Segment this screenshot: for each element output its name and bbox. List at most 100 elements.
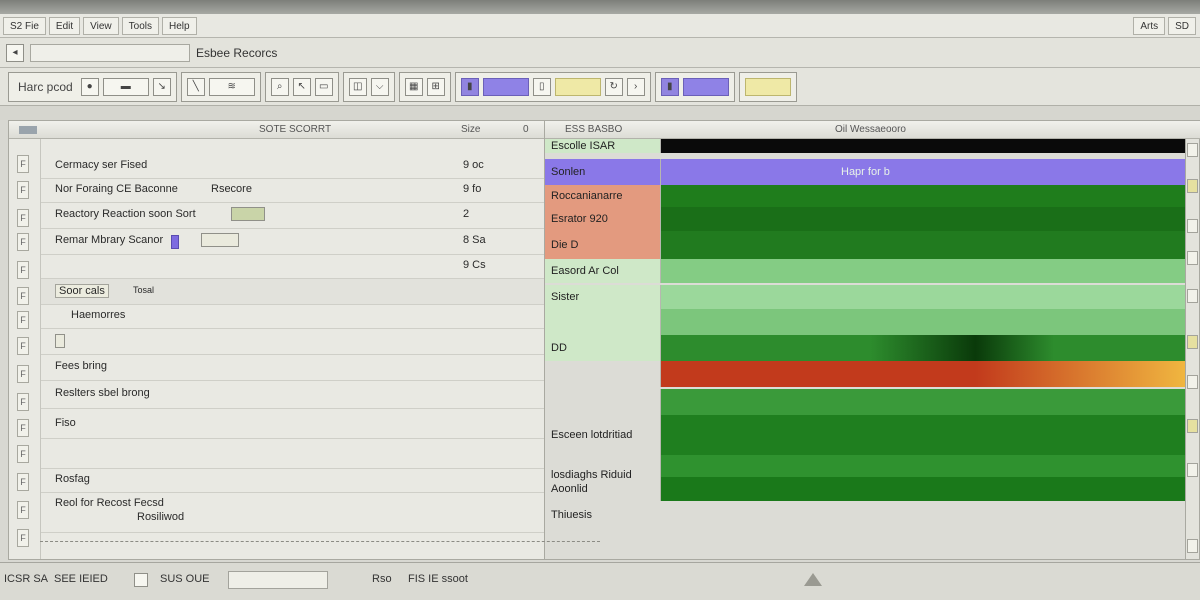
track-icon[interactable]: F	[17, 365, 29, 383]
track-band[interactable]	[661, 309, 1185, 335]
effects-icon[interactable]: ▮	[660, 77, 679, 96]
track-icon[interactable]: F	[17, 181, 29, 199]
track-label[interactable]: Die D	[545, 231, 661, 259]
file-row[interactable]: Haemorres	[41, 305, 544, 329]
menu-tools[interactable]: Tools	[121, 16, 159, 35]
cursor-icon[interactable]: ↘	[152, 77, 171, 96]
track-label[interactable]	[545, 389, 661, 415]
scroll-marker[interactable]	[1187, 289, 1198, 303]
caret-up-icon[interactable]	[804, 573, 822, 586]
track-label[interactable]: Aoonlid	[545, 477, 661, 501]
track-band[interactable]: Hapr for b	[661, 159, 1185, 185]
track-label[interactable]: Escolle ISAR	[545, 139, 661, 153]
file-row[interactable]: Reactory Reaction soon Sort 2	[41, 203, 544, 229]
zoom-icon[interactable]: ⌕	[270, 77, 289, 96]
waveform-icon[interactable]: ≋	[208, 77, 255, 96]
arts-button[interactable]: Arts	[1133, 17, 1166, 35]
track-label[interactable]: DD	[545, 335, 661, 361]
track-icon[interactable]: F	[17, 233, 29, 251]
timeline-icon[interactable]: ▬	[102, 77, 149, 96]
file-row[interactable]	[41, 439, 544, 469]
marker-icon[interactable]	[554, 77, 601, 96]
track-band[interactable]	[661, 285, 1185, 309]
vertical-scrollbar[interactable]	[1185, 139, 1199, 559]
header-info[interactable]: 0	[523, 124, 529, 135]
track-icon[interactable]: F	[17, 445, 29, 463]
mixer-icon[interactable]: ▯	[532, 77, 551, 96]
scroll-marker[interactable]	[1187, 335, 1198, 349]
plugin-icon[interactable]	[682, 77, 729, 96]
track-icon[interactable]: F	[17, 529, 29, 547]
selection-icon[interactable]: ▭	[314, 77, 333, 96]
track-band[interactable]	[661, 259, 1185, 283]
arrow-icon[interactable]: ↖	[292, 77, 311, 96]
track-label[interactable]: Esrator 920	[545, 207, 661, 231]
loop-icon[interactable]: ↻	[604, 77, 623, 96]
file-row[interactable]: Nor Foraing CE Baconne Rsecore 9 fo	[41, 179, 544, 203]
file-row[interactable]: Fiso	[41, 409, 544, 439]
track-label[interactable]: Sonlen	[545, 159, 661, 185]
header-name[interactable]: SOTE SCORRT	[259, 124, 331, 135]
scroll-marker[interactable]	[1187, 251, 1198, 265]
timeline-track-header[interactable]: Oil Wessaeooro	[835, 124, 906, 135]
status-field[interactable]	[228, 571, 328, 589]
track-label[interactable]: Esceen lotdritiad losdiaghs Riduid Thiue…	[545, 415, 661, 521]
menu-file[interactable]: S2 Fie	[3, 16, 46, 35]
monitor-icon[interactable]: ▮	[460, 77, 479, 96]
track-band[interactable]	[661, 455, 1185, 477]
play-arrow-icon[interactable]: ›	[626, 77, 645, 96]
track-label[interactable]: Roccanianarre	[545, 185, 661, 207]
track-icon[interactable]: F	[17, 261, 29, 279]
track-label[interactable]	[545, 361, 661, 387]
track-icon[interactable]: F	[17, 393, 29, 411]
scroll-marker[interactable]	[1187, 219, 1198, 233]
track-band[interactable]	[661, 139, 1185, 153]
level-meter-icon[interactable]	[482, 77, 529, 96]
track-band[interactable]	[661, 477, 1185, 501]
track-label[interactable]: Easord Ar Col	[545, 259, 661, 283]
file-row[interactable]: Soor cals Tosal	[41, 279, 544, 305]
scroll-up-icon[interactable]	[1187, 143, 1198, 157]
track-band[interactable]	[661, 335, 1185, 361]
file-row[interactable]: Fees bring	[41, 355, 544, 381]
file-row[interactable]: Reol for Recost Fecsd Rosiliwod	[41, 493, 544, 533]
track-label[interactable]	[545, 309, 661, 335]
record-icon[interactable]: ●	[80, 77, 99, 96]
address-field[interactable]	[30, 43, 190, 62]
status-icon[interactable]	[134, 573, 148, 587]
track-band[interactable]	[661, 389, 1185, 415]
file-row[interactable]: 9 Cs	[41, 255, 544, 279]
track-icon[interactable]: F	[17, 287, 29, 305]
track-icon[interactable]: F	[17, 501, 29, 519]
file-row[interactable]: Reslters sbel brong	[41, 381, 544, 409]
snap-icon[interactable]: ⊞	[426, 77, 445, 96]
track-icon[interactable]: F	[17, 155, 29, 173]
track-label[interactable]	[545, 455, 661, 477]
track-band[interactable]	[661, 231, 1185, 259]
checkbox[interactable]	[55, 334, 65, 348]
track-icon[interactable]: F	[17, 209, 29, 227]
notes-icon[interactable]	[744, 77, 791, 96]
menu-edit[interactable]: Edit	[48, 16, 81, 35]
timeline-label-header[interactable]: ESS BASBO	[565, 124, 622, 135]
track-band[interactable]	[661, 361, 1185, 387]
header-size[interactable]: Size	[461, 124, 480, 135]
back-icon[interactable]: ◂	[6, 43, 24, 62]
track-icon[interactable]: F	[17, 337, 29, 355]
collapse-icon[interactable]	[19, 126, 37, 134]
track-icon[interactable]: F	[17, 419, 29, 437]
file-row[interactable]: Remar Mbrary Scanor 8 Sa	[41, 229, 544, 255]
grid-icon[interactable]: ▦	[404, 77, 423, 96]
track-label[interactable]: Sister	[545, 285, 661, 309]
track-icon[interactable]: F	[17, 473, 29, 491]
trim-icon[interactable]: ⌵	[370, 77, 389, 96]
menu-view[interactable]: View	[83, 16, 119, 35]
sd-button[interactable]: SD	[1168, 17, 1196, 35]
track-band[interactable]	[661, 207, 1185, 231]
menu-help[interactable]: Help	[162, 16, 197, 35]
file-row[interactable]: Cermacy ser Fised 9 oc	[41, 155, 544, 179]
track-band[interactable]	[661, 185, 1185, 207]
track-band[interactable]	[661, 415, 1185, 455]
scroll-marker[interactable]	[1187, 463, 1198, 477]
track-icon[interactable]: F	[17, 311, 29, 329]
